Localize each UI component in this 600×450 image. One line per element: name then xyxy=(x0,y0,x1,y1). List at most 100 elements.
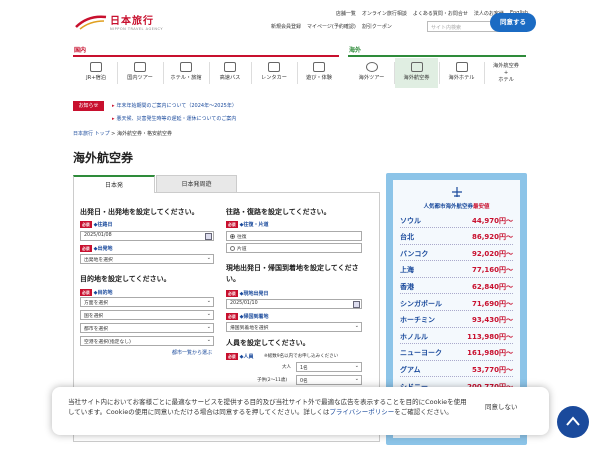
price-row[interactable]: ホーチミン 93,430円～ xyxy=(400,314,513,328)
register-link[interactable]: 新規会員登録 xyxy=(271,23,301,30)
nav-rentacar[interactable]: レンタカー xyxy=(252,58,296,88)
notice-badge: お知らせ xyxy=(73,101,104,111)
nav-activities[interactable]: 遊び・体験 xyxy=(298,58,340,88)
adult-label: 大人 xyxy=(282,365,291,370)
airport-select[interactable]: 空港を選択(指定なし) ⌄ xyxy=(80,336,214,346)
globe-icon xyxy=(365,62,378,72)
faq-link[interactable]: よくある質問・お問合せ xyxy=(413,10,468,17)
price-row[interactable]: ホノルル 113,980円～ xyxy=(400,330,513,345)
logo-mark-icon xyxy=(74,13,108,31)
store-list-link[interactable]: 店舗一覧 xyxy=(336,10,356,17)
chevron-down-icon: ⌄ xyxy=(354,376,359,382)
nav-domestic-tour[interactable]: 国内ツアー xyxy=(118,58,162,88)
decline-button[interactable]: 同意しない xyxy=(485,401,518,411)
price-city: ホノルル xyxy=(400,332,428,341)
prices-heading: 人気都市海外航空券最安値 xyxy=(423,204,490,210)
departure-place-select[interactable]: 出発地を選択 ⌄ xyxy=(80,254,214,264)
chevron-down-icon: ⌄ xyxy=(206,337,211,343)
breadcrumb-current: 海外航空券・格安航空券 xyxy=(116,131,172,137)
nav-domestic-line xyxy=(73,55,339,57)
price-value: 53,770円～ xyxy=(471,365,513,374)
car-icon xyxy=(268,62,280,72)
city-list-link[interactable]: 都市一覧から選ぶ xyxy=(172,349,212,356)
cookie-message: 当社サイト内においてお客様ごとに最適なサービスを提供する目的及び当社サイト外で最… xyxy=(68,398,467,416)
price-row[interactable]: ソウル 44,970円～ xyxy=(400,214,513,228)
nav-highway-bus[interactable]: 高速バス xyxy=(210,58,250,88)
notice-link[interactable]: 年末年始期間のご案内について（2024年～2025年） xyxy=(112,102,237,109)
return-section-title: 現地出発日・帰国到着地を設定してください。 xyxy=(226,264,359,283)
logo-text: 日本旅行 xyxy=(110,16,154,27)
tour-icon xyxy=(134,62,146,72)
nav-international-label: 海外 xyxy=(349,47,362,54)
price-row[interactable]: バンコク 92,020円～ xyxy=(400,247,513,262)
price-row[interactable]: 上海 77,160円～ xyxy=(400,264,513,278)
adult-select[interactable]: 1名 ⌄ xyxy=(296,362,362,372)
departure-date-input[interactable]: 2025/01/08 xyxy=(80,231,214,241)
chevron-down-icon: ⌄ xyxy=(206,255,211,261)
nav-intl-hotel[interactable]: 海外ホテル xyxy=(440,58,483,88)
price-row[interactable]: 台北 86,920円～ xyxy=(400,231,513,245)
accept-button[interactable]: 同意する xyxy=(490,13,536,32)
region-select[interactable]: 方面を選択 ⌄ xyxy=(80,297,214,307)
price-value: 161,980円～ xyxy=(467,349,513,358)
privacy-policy-link[interactable]: プライバシーポリシー xyxy=(329,408,394,416)
cookie-banner: 当社サイト内においてお客様ごとに最適なサービスを提供する目的及び当社サイト外で最… xyxy=(52,387,549,435)
child-select[interactable]: 0名 ⌄ xyxy=(296,375,362,385)
child-label: 子供(2～11歳) xyxy=(257,378,288,383)
bus-icon xyxy=(224,62,236,72)
nav-jr-hotel[interactable]: JR+宿泊 xyxy=(76,58,116,88)
trip-oneway-radio[interactable]: 片道 xyxy=(226,243,362,253)
account-links: 新規会員登録 マイページ(予約確認) 割引クーポン xyxy=(271,23,392,30)
nav-hotel-ryokan[interactable]: ホテル・旅館 xyxy=(164,58,208,88)
tab-japan-departure[interactable]: 日本発 xyxy=(73,175,155,193)
price-city: グアム xyxy=(400,365,421,374)
city-select[interactable]: 都市を選択 ⌄ xyxy=(80,323,214,333)
price-value: 86,920円～ xyxy=(471,233,513,242)
chevron-down-icon: ⌄ xyxy=(354,323,359,329)
activity-icon xyxy=(313,62,325,72)
price-row[interactable]: グアム 53,770円～ xyxy=(400,363,513,378)
page: 日本旅行 NIPPON TRAVEL AGENCY 店舗一覧 オンライン旅行相談… xyxy=(0,0,600,450)
trip-round-radio[interactable]: 往復 xyxy=(226,231,362,241)
train-icon xyxy=(90,62,102,72)
people-note: ※総数9名以内でお申し込みください xyxy=(264,354,339,359)
price-city: 香港 xyxy=(400,282,414,291)
nav-international-line xyxy=(348,55,526,57)
airplane-icon xyxy=(410,62,423,72)
breadcrumb-home[interactable]: 日本旅行 トップ xyxy=(73,131,110,137)
price-row[interactable]: 香港 62,840円～ xyxy=(400,280,513,295)
scroll-top-button[interactable] xyxy=(557,406,589,438)
return-date-input[interactable]: 2025/01/10 xyxy=(226,299,362,309)
chevron-up-icon xyxy=(566,416,580,426)
mypage-link[interactable]: マイページ(予約確認) xyxy=(307,23,356,30)
nav-intl-tour[interactable]: 海外ツアー xyxy=(350,58,393,88)
price-row[interactable]: ニューヨーク 161,980円～ xyxy=(400,347,513,361)
country-select[interactable]: 国を選択 ⌄ xyxy=(80,310,214,320)
nav-flight-hotel[interactable]: 海外航空券 + ホテル xyxy=(485,58,527,88)
nav-domestic-label: 国内 xyxy=(74,47,87,54)
price-value: 44,970円～ xyxy=(471,216,513,225)
online-consult-link[interactable]: オンライン旅行相談 xyxy=(362,10,407,17)
hotel-icon xyxy=(180,62,192,72)
departure-section-title: 出発日・出発地を設定してください。 xyxy=(80,208,199,216)
price-city: ホーチミン xyxy=(400,316,435,325)
chevron-down-icon: ⌄ xyxy=(206,298,211,304)
price-row[interactable]: シンガポール 71,690円～ xyxy=(400,297,513,311)
calendar-icon[interactable] xyxy=(205,233,212,240)
chevron-down-icon: ⌄ xyxy=(354,363,359,369)
tab-japan-roundtrip[interactable]: 日本発周遊 xyxy=(156,175,237,193)
site-logo[interactable]: 日本旅行 NIPPON TRAVEL AGENCY xyxy=(74,12,163,31)
people-section-title: 人員を設定してください。 xyxy=(226,339,310,347)
notice-link[interactable]: 悪天候、災害発生時等の遅延・運休についてのご案内 xyxy=(112,115,237,122)
price-city: ニューヨーク xyxy=(400,349,442,358)
destination-section-title: 目的地を設定してください。 xyxy=(80,275,171,283)
logo-subtext: NIPPON TRAVEL AGENCY xyxy=(110,27,164,31)
price-value: 92,020円～ xyxy=(471,249,513,258)
building-icon xyxy=(455,62,468,72)
return-place-select[interactable]: 帰国到着地を選択 ⌄ xyxy=(226,322,362,332)
price-city: バンコク xyxy=(400,249,429,258)
trip-section-title: 往路・復路を設定してください。 xyxy=(226,208,331,216)
calendar-icon[interactable] xyxy=(353,301,360,308)
nav-intl-flight[interactable]: 海外航空券 xyxy=(395,58,438,88)
coupon-link[interactable]: 割引クーポン xyxy=(362,23,392,30)
